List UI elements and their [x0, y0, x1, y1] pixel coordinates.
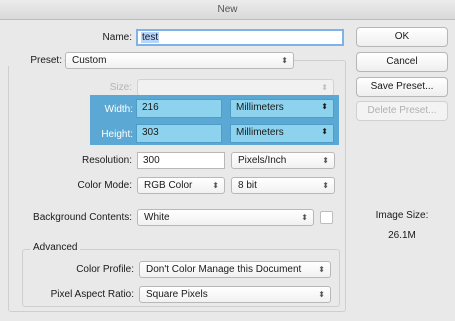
color-profile-label: Color Profile:: [76, 264, 134, 275]
color-profile-dropdown[interactable]: Don't Color Manage this Document ⬍: [139, 261, 331, 278]
preset-value: Custom: [72, 55, 107, 66]
stepper-arrows-icon: ⬍: [321, 127, 328, 136]
window-title: New: [0, 0, 455, 20]
advanced-title: Advanced: [30, 242, 81, 253]
resolution-value: 300: [143, 155, 160, 166]
stepper-arrows-icon: ⬍: [322, 181, 329, 190]
height-value: 303: [142, 127, 159, 138]
size-dropdown[interactable]: ⬍: [137, 79, 334, 96]
height-unit-dropdown[interactable]: Millimeters ⬍: [230, 124, 334, 143]
background-contents-label: Background Contents:: [33, 212, 132, 223]
image-size-value: 26.1M: [388, 230, 416, 241]
stepper-arrows-icon: ⬍: [321, 83, 328, 92]
color-profile-value: Don't Color Manage this Document: [146, 264, 302, 275]
width-label: Width:: [104, 104, 133, 115]
resolution-field[interactable]: 300: [137, 152, 225, 169]
background-contents-dropdown[interactable]: White ⬍: [137, 209, 314, 226]
stepper-arrows-icon: ⬍: [318, 290, 325, 299]
color-mode-dropdown[interactable]: RGB Color ⬍: [137, 177, 225, 194]
resolution-unit-value: Pixels/Inch: [238, 155, 287, 166]
resolution-unit-dropdown[interactable]: Pixels/Inch ⬍: [231, 152, 335, 169]
stepper-arrows-icon: ⬍: [281, 56, 288, 65]
background-contents-value: White: [144, 212, 170, 223]
pixel-aspect-ratio-label: Pixel Aspect Ratio:: [50, 289, 134, 300]
height-unit-value: Millimeters: [236, 127, 284, 138]
width-value: 216: [142, 102, 159, 113]
pixel-aspect-ratio-dropdown[interactable]: Square Pixels ⬍: [139, 286, 331, 303]
width-unit-value: Millimeters: [236, 102, 284, 113]
stepper-arrows-icon: ⬍: [321, 102, 328, 111]
resolution-label: Resolution:: [81, 155, 132, 166]
name-field[interactable]: test: [136, 29, 344, 46]
save-preset-button[interactable]: Save Preset...: [356, 77, 448, 97]
color-mode-value: RGB Color: [144, 180, 193, 191]
stepper-arrows-icon: ⬍: [212, 181, 219, 190]
pixel-aspect-ratio-value: Square Pixels: [146, 289, 208, 300]
bit-depth-dropdown[interactable]: 8 bit ⬍: [231, 177, 335, 194]
name-label: Name:: [102, 32, 132, 43]
color-mode-label: Color Mode:: [77, 180, 132, 191]
size-label: Size:: [109, 82, 132, 93]
ok-button[interactable]: OK: [356, 27, 448, 47]
stepper-arrows-icon: ⬍: [318, 265, 325, 274]
height-label: Height:: [101, 129, 133, 140]
stepper-arrows-icon: ⬍: [322, 156, 329, 165]
delete-preset-button[interactable]: Delete Preset...: [356, 101, 448, 121]
name-value: test: [141, 32, 160, 43]
background-color-swatch[interactable]: [320, 211, 333, 224]
width-height-highlight: Width: 216 Millimeters ⬍ Height: 303 Mil…: [90, 95, 339, 145]
width-unit-dropdown[interactable]: Millimeters ⬍: [230, 99, 334, 118]
stepper-arrows-icon: ⬍: [301, 213, 308, 222]
image-size-label: Image Size:: [375, 210, 429, 221]
bit-depth-value: 8 bit: [238, 180, 257, 191]
height-field[interactable]: 303: [136, 124, 222, 143]
preset-label: Preset:: [8, 55, 64, 66]
width-field[interactable]: 216: [136, 99, 222, 118]
preset-dropdown[interactable]: Custom ⬍: [65, 52, 294, 69]
cancel-button[interactable]: Cancel: [356, 52, 448, 72]
